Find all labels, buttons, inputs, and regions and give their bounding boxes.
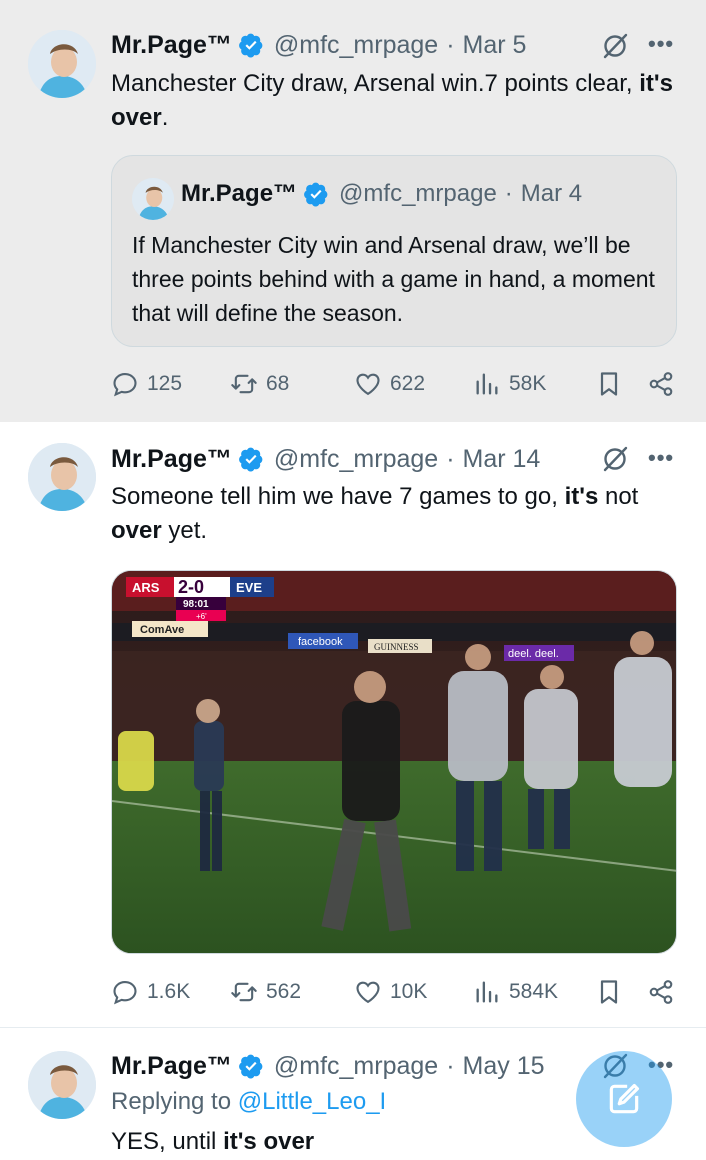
views-icon [476, 981, 498, 1003]
author-name[interactable]: Mr.Page™ [111, 1052, 232, 1081]
tweet-text-bold: it's over [223, 1128, 315, 1155]
more-icon[interactable]: ••• [648, 31, 674, 57]
verified-badge-icon [238, 33, 263, 58]
ad-board: deel. deel. [508, 648, 559, 660]
tweet-header: Mr.Page™ @mfc_mrpage · Mar 5 [111, 28, 666, 62]
quoted-header: Mr.Page™ @mfc_mrpage · Mar 4 [181, 180, 582, 208]
separator: · [446, 444, 455, 473]
tweet-text: Manchester City draw, Arsenal win.7 poin… [111, 67, 678, 135]
separator: · [504, 180, 513, 207]
tweet-date[interactable]: Mar 14 [463, 445, 541, 474]
grok-icon[interactable] [601, 32, 629, 60]
scorebug-clock: 98:01 [183, 599, 209, 610]
compose-icon [609, 1083, 640, 1114]
tweet-text-bold: it's [564, 483, 599, 510]
bookmark-button[interactable] [595, 975, 631, 1009]
separator: · [446, 30, 455, 59]
replying-to: Replying to @Little_Leo_I [111, 1088, 386, 1116]
heart-icon [356, 373, 380, 396]
quoted-date: Mar 4 [520, 180, 583, 207]
share-icon [649, 372, 673, 396]
repost-count: 68 [266, 372, 290, 395]
quoted-text: If Manchester City win and Arsenal draw,… [132, 232, 655, 326]
reply-count: 125 [147, 372, 183, 395]
tweet-text: Someone tell him we have 7 games to go, … [111, 480, 678, 548]
author-name[interactable]: Mr.Page™ [111, 445, 232, 474]
repost-count: 562 [266, 980, 302, 1003]
tweet-text-part: Manchester City draw, Arsenal win.7 poin… [111, 70, 640, 97]
tweet-date[interactable]: Mar 5 [463, 31, 527, 60]
reply-icon [113, 981, 137, 1005]
avatar[interactable] [28, 30, 96, 98]
repost-icon [231, 982, 257, 1002]
ad-board: ComAve [140, 624, 184, 636]
reply-count: 1.6K [147, 980, 191, 1003]
heart-icon [356, 981, 380, 1004]
ad-board: GUINNESS [374, 642, 419, 652]
quoted-tweet[interactable]: Mr.Page™ @mfc_mrpage · Mar 4 If Manchest… [111, 155, 677, 347]
share-icon [649, 980, 673, 1004]
grok-icon[interactable] [601, 445, 629, 473]
views-count: 58K [509, 372, 547, 395]
tweet-text-part: not [598, 483, 639, 510]
tweet[interactable]: Mr.Page™ @mfc_mrpage · Mar 14 ••• Someon… [0, 422, 706, 1028]
tweet-photo[interactable]: ARS 2-0 EVE 98:01 +6' ComAve facebook GU… [111, 570, 677, 954]
quoted-avatar [132, 178, 174, 220]
quoted-author-name: Mr.Page™ [181, 180, 298, 207]
tweet-text-part: YES, until [111, 1128, 224, 1155]
scorebug-score: 2-0 [178, 577, 204, 597]
like-button[interactable]: 10K [354, 975, 427, 1009]
repost-button[interactable]: 562 [230, 975, 301, 1009]
views-button[interactable]: 58K [473, 367, 546, 401]
share-button[interactable] [647, 367, 683, 401]
quoted-handle: @mfc_mrpage [339, 180, 497, 207]
ad-board: facebook [298, 636, 343, 648]
like-count: 10K [390, 980, 428, 1003]
share-button[interactable] [647, 975, 683, 1009]
bookmark-icon [600, 980, 618, 1004]
more-icon[interactable]: ••• [648, 445, 674, 471]
views-button[interactable]: 584K [473, 975, 558, 1009]
verified-badge-icon [238, 447, 263, 472]
views-icon [476, 373, 498, 395]
tweet-text-part: Someone tell him we have 7 games to go, [111, 483, 565, 510]
separator: · [446, 1051, 455, 1080]
tweet-text-part: . [161, 104, 169, 131]
like-count: 622 [390, 372, 426, 395]
verified-badge-icon [238, 1054, 263, 1079]
avatar[interactable] [28, 443, 96, 511]
scorebug-added-time: +6' [196, 612, 207, 621]
tweet-highlighted[interactable]: Mr.Page™ @mfc_mrpage · Mar 5 ••• Manches… [0, 0, 706, 422]
scorebug-home: ARS [132, 580, 160, 595]
avatar[interactable] [28, 1051, 96, 1119]
reply-button[interactable]: 1.6K [111, 975, 190, 1009]
repost-button[interactable]: 68 [230, 367, 289, 401]
author-handle[interactable]: @mfc_mrpage [274, 445, 438, 474]
reply-icon [113, 373, 137, 397]
match-celebration-photo: ARS 2-0 EVE 98:01 +6' ComAve facebook GU… [112, 571, 676, 953]
like-button[interactable]: 622 [354, 367, 425, 401]
tweet-header: Mr.Page™ @mfc_mrpage · Mar 14 [111, 442, 666, 476]
compose-button[interactable] [576, 1051, 672, 1147]
author-name[interactable]: Mr.Page™ [111, 31, 232, 60]
action-bar: 125 68 622 58K [111, 367, 677, 401]
bookmark-button[interactable] [595, 367, 631, 401]
replying-to-label: Replying to [111, 1088, 232, 1115]
replying-to-mention[interactable]: @Little_Leo_I [238, 1088, 386, 1115]
scorebug-away: EVE [236, 580, 262, 595]
action-bar: 1.6K 562 10K 584K [111, 975, 677, 1009]
reply-button[interactable]: 125 [111, 367, 182, 401]
author-handle[interactable]: @mfc_mrpage [274, 31, 438, 60]
author-handle[interactable]: @mfc_mrpage [274, 1052, 438, 1081]
verified-badge-icon [304, 182, 328, 207]
tweet-text-part: yet. [161, 517, 208, 544]
bookmark-icon [600, 372, 618, 396]
repost-icon [231, 374, 257, 394]
tweet-date[interactable]: May 15 [463, 1052, 545, 1081]
tweet-text-bold: over [111, 517, 162, 544]
views-count: 584K [509, 980, 559, 1003]
